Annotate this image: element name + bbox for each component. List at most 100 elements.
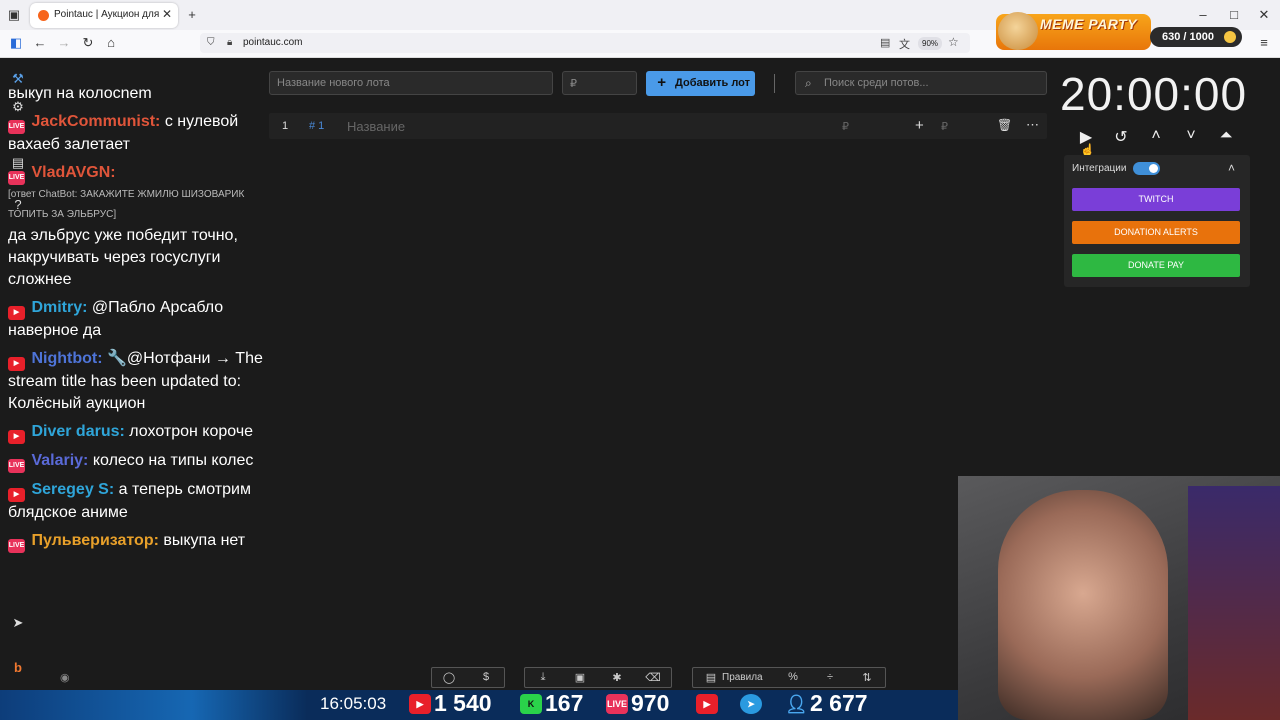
chat-text: колесо на типы колес: [92, 452, 254, 469]
plus-icon: +: [657, 74, 666, 91]
split-icon[interactable]: ÷: [820, 671, 840, 683]
vk-viewers: 970: [631, 690, 670, 716]
send-icon[interactable]: ➤: [10, 615, 26, 631]
lot-add-amount-input[interactable]: ₽: [941, 120, 948, 133]
chat-username: Nightbot:: [31, 350, 103, 367]
rules-icon: ▤: [705, 672, 717, 684]
back-icon[interactable]: ←: [32, 35, 48, 51]
brand-logo-icon: b: [14, 660, 22, 675]
chat-username: Seregey S:: [31, 481, 115, 498]
doge-icon: [998, 12, 1038, 50]
bookmark-star-icon[interactable]: ☆: [948, 35, 959, 49]
chat-reply: [ответ ChatBot: ЗАКАЖИТЕ ЖМИЛЮ ШИЗОВАРИК…: [8, 189, 245, 220]
webcam-feed: [958, 476, 1280, 720]
new-lot-name-input[interactable]: Название нового лота: [269, 71, 553, 95]
toggle-knob: [1149, 164, 1158, 173]
vk-live-icon: LIVE: [606, 694, 628, 714]
rules-button[interactable]: Правила: [722, 672, 763, 683]
lot-name-input[interactable]: Название: [347, 119, 405, 134]
delete-icon[interactable]: 🗑︎: [997, 118, 1012, 132]
bug-icon[interactable]: ✱: [607, 671, 627, 684]
telegram-icon: ➤: [740, 694, 762, 714]
chat-username: Diver darus:: [31, 423, 125, 440]
vk-live-icon: LIVE: [8, 120, 25, 134]
favicon-icon: [38, 10, 49, 21]
kick-viewers: 167: [545, 690, 584, 716]
double-chevron-up-icon[interactable]: ⏶: [1217, 127, 1235, 145]
total-viewers: 2 677: [810, 690, 868, 716]
download-icon[interactable]: ⤓: [533, 671, 553, 684]
youtube-icon: ▶: [696, 694, 718, 714]
reader-icon[interactable]: ▤: [880, 36, 890, 49]
chevron-up-icon[interactable]: ˄: [1147, 127, 1165, 145]
chevron-down-icon[interactable]: ˅: [1182, 127, 1200, 145]
tab-list-icon[interactable]: ▣: [6, 7, 22, 23]
new-tab-icon[interactable]: +: [184, 7, 200, 23]
vk-live-icon: LIVE: [8, 539, 25, 553]
chat-message: ▶ Diver darus: лохотрон короче: [8, 421, 264, 444]
collapse-chevron-icon[interactable]: ˄: [1228, 161, 1235, 175]
close-tab-icon[interactable]: ✕: [162, 7, 172, 21]
translate-icon[interactable]: 文: [899, 36, 910, 52]
chat-text: выкупа нет: [163, 532, 246, 549]
chat-message: ▶ Dmitry: @Пабло Арсабло наверное да: [8, 297, 264, 342]
forward-icon[interactable]: →: [56, 35, 72, 51]
browser-tab[interactable]: Pointauc | Аукцион для стриме ✕: [30, 3, 178, 28]
lot-index: 1: [282, 120, 289, 132]
meme-party-counter: 630 / 1000: [1150, 27, 1242, 47]
percent-icon[interactable]: %: [783, 671, 803, 683]
lot-row: 1 # 1 Название ₽ + ₽ 🗑︎ ⋯: [269, 113, 1047, 139]
home-icon[interactable]: ⌂: [103, 35, 119, 51]
chat-text: лохотрон короче: [129, 423, 254, 440]
stream-chat: выкуп на колосnem LIVE JackCommunist: с …: [8, 83, 264, 559]
integrations-toggle[interactable]: [1133, 162, 1160, 175]
chat-message: да эльбрус уже победит точно, накручиват…: [8, 225, 264, 291]
chat-message: ▶ Nightbot: 🔧@Нотфани → The stream title…: [8, 348, 264, 415]
sidebar-toggle-icon[interactable]: ◧: [8, 35, 24, 51]
maximize-icon[interactable]: □: [1226, 7, 1242, 23]
save-icon[interactable]: ▣: [570, 671, 590, 684]
streamer-face: [998, 490, 1168, 720]
shield-icon[interactable]: ⛉: [207, 37, 215, 48]
lock-icon: 🔒︎: [227, 37, 233, 48]
toolbar-group-view: ▤ Правила % ÷ ⇅: [692, 667, 886, 688]
sort-icon[interactable]: ⇅: [857, 671, 877, 684]
twitch-button[interactable]: TWITCH: [1072, 188, 1240, 211]
chat-username: Valariy:: [31, 452, 89, 469]
reset-icon[interactable]: ↺: [1112, 127, 1130, 147]
zoom-level[interactable]: 90%: [918, 37, 943, 50]
minimize-icon[interactable]: –: [1195, 7, 1211, 23]
toolbar-group-links: ◯ $: [431, 667, 505, 688]
chat-text: да эльбрус уже победит точно, накручиват…: [8, 227, 238, 288]
chat-username: Dmitry:: [31, 299, 88, 316]
coin-icon: [1224, 31, 1236, 43]
clear-icon[interactable]: ⌫: [643, 671, 663, 684]
donation-alerts-button[interactable]: DONATION ALERTS: [1072, 221, 1240, 244]
toolbar-group-file: ⤓ ▣ ✱ ⌫: [524, 667, 672, 688]
add-lot-button[interactable]: + Добавить лот: [646, 71, 755, 96]
reload-icon[interactable]: ↻: [80, 35, 96, 51]
lot-id: # 1: [309, 120, 325, 132]
address-bar[interactable]: [200, 33, 970, 53]
youtube-icon: ▶: [8, 488, 25, 502]
add-amount-icon[interactable]: +: [915, 117, 924, 134]
more-icon[interactable]: ⋯: [1026, 117, 1039, 133]
github-icon[interactable]: ◯: [439, 671, 459, 684]
eye-icon[interactable]: ◉: [60, 671, 70, 684]
close-window-icon[interactable]: ✕: [1256, 7, 1272, 23]
url-text[interactable]: pointauc.com: [243, 37, 302, 48]
search-lots-input[interactable]: Поиск среди потов...: [795, 71, 1047, 95]
chat-message: LIVE Пульверизатор: выкупа нет: [8, 530, 264, 553]
integrations-label: Интеграции: [1072, 163, 1127, 174]
donate-pay-button[interactable]: DONATE PAY: [1072, 254, 1240, 277]
chat-message: LIVE JackCommunist: с нулевой вахаеб зал…: [8, 111, 264, 156]
auction-timer: 20:00:00: [1060, 68, 1248, 120]
vk-live-icon: LIVE: [8, 171, 25, 185]
donate-icon[interactable]: $: [476, 671, 496, 683]
vk-live-icon: LIVE: [8, 459, 25, 473]
new-lot-amount-input[interactable]: ₽: [562, 71, 637, 95]
add-lot-label: Добавить лот: [675, 77, 751, 89]
menu-icon[interactable]: ≡: [1256, 35, 1272, 51]
lot-amount-input[interactable]: ₽: [842, 120, 849, 133]
youtube-viewers: 1 540: [434, 690, 492, 716]
